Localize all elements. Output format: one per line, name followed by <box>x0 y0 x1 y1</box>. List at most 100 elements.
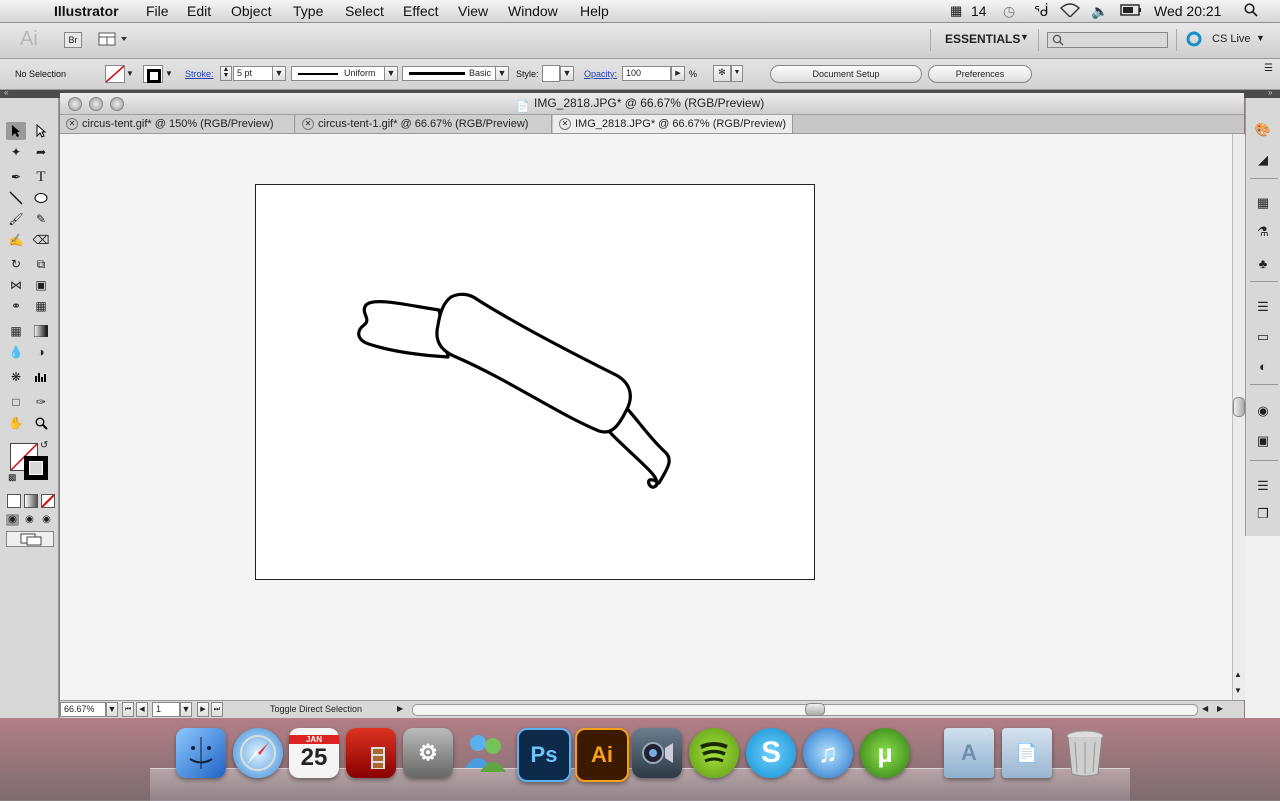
previous-artboard-icon[interactable]: ◀ <box>136 702 148 717</box>
safari-icon[interactable] <box>233 728 283 778</box>
style-dropdown[interactable]: ▼ <box>560 66 574 81</box>
stroke-weight-stepper[interactable]: ▲ ▼ <box>220 66 232 81</box>
chevron-down-icon[interactable]: ▼ <box>1256 33 1265 43</box>
time-machine-icon[interactable]: ◷ <box>1003 3 1015 20</box>
symbol-sprayer-tool-icon[interactable]: ❋ <box>6 368 26 386</box>
layers-panel-icon[interactable]: ☰ <box>1254 478 1272 494</box>
close-tab-icon[interactable]: ✕ <box>302 118 314 130</box>
volume-icon[interactable]: 🔈 <box>1091 3 1108 20</box>
messenger-icon[interactable] <box>460 728 510 778</box>
ellipse-tool-icon[interactable] <box>31 189 51 207</box>
column-graph-tool-icon[interactable] <box>31 368 51 386</box>
lasso-tool-icon[interactable]: ➦ <box>31 143 51 161</box>
menu-edit[interactable]: Edit <box>187 3 211 19</box>
banner-ribbon-drawing[interactable] <box>256 185 816 581</box>
close-tab-icon[interactable]: ✕ <box>559 118 571 130</box>
trash-icon[interactable] <box>1060 728 1110 778</box>
camera-icon[interactable] <box>632 728 682 778</box>
illustrator-icon[interactable]: Ai <box>575 728 629 782</box>
stroke-panel-link[interactable]: Stroke: <box>185 69 214 79</box>
swap-fill-stroke-icon[interactable]: ↺ <box>40 440 48 451</box>
tab-img-2818[interactable]: ✕ IMG_2818.JPG* @ 66.67% (RGB/Preview) <box>553 115 793 133</box>
photobooth-icon[interactable] <box>346 728 396 778</box>
chevron-down-icon[interactable]: ▼ <box>126 69 134 78</box>
swatches-panel-icon[interactable]: ▦ <box>1254 195 1272 211</box>
profile-dropdown[interactable]: ▼ <box>384 66 398 81</box>
pencil-tool-icon[interactable]: ✎ <box>31 210 51 228</box>
arrange-documents-icon[interactable] <box>98 32 128 49</box>
free-transform-tool-icon[interactable]: ▣ <box>31 276 51 294</box>
graphic-styles-panel-icon[interactable]: ▣ <box>1254 433 1272 449</box>
color-guide-panel-icon[interactable]: ◢ <box>1254 152 1272 168</box>
opacity-slider-button[interactable]: ▶ <box>671 66 685 81</box>
none-mode-icon[interactable] <box>41 494 55 508</box>
selection-tool-icon[interactable] <box>6 122 26 140</box>
opacity-panel-link[interactable]: Opacity: <box>584 69 617 79</box>
menu-file[interactable]: File <box>146 3 169 19</box>
draw-inside-icon[interactable]: ◉ <box>40 514 53 526</box>
last-artboard-icon[interactable]: ⏭ <box>211 702 223 717</box>
gradient-panel-icon[interactable]: ▭ <box>1254 329 1272 345</box>
cs-live-menu[interactable]: CS Live <box>1212 33 1251 45</box>
close-tab-icon[interactable]: ✕ <box>66 118 78 130</box>
opacity-field[interactable]: 100 <box>622 66 671 81</box>
magic-wand-tool-icon[interactable]: ✦ <box>6 143 26 161</box>
panel-menu-icon[interactable]: ☰ <box>1264 63 1273 74</box>
clock[interactable]: Wed 20:21 <box>1154 3 1221 19</box>
itunes-icon[interactable]: ♫ <box>803 728 853 778</box>
cs-live-icon[interactable] <box>1186 31 1202 50</box>
menu-window[interactable]: Window <box>508 3 558 19</box>
zoom-tool-icon[interactable] <box>31 414 51 432</box>
fill-swatch[interactable] <box>105 65 125 83</box>
width-tool-icon[interactable]: ⋈ <box>6 276 26 294</box>
adobe-icon[interactable]: ▦ <box>950 3 962 19</box>
type-tool-icon[interactable]: T <box>31 168 51 186</box>
appearance-panel-icon[interactable]: ◉ <box>1254 403 1272 419</box>
system-preferences-icon[interactable]: ⚙ <box>403 728 453 778</box>
brush-definition[interactable]: Basic <box>402 66 496 81</box>
next-artboard-icon[interactable]: ▶ <box>197 702 209 717</box>
gradient-tool-icon[interactable] <box>31 322 51 340</box>
spotify-icon[interactable] <box>689 728 739 778</box>
line-segment-tool-icon[interactable] <box>6 189 26 207</box>
hand-tool-icon[interactable]: ✋ <box>6 414 26 432</box>
artboards-panel-icon[interactable]: ❐ <box>1254 506 1272 522</box>
photoshop-icon[interactable]: Ps <box>517 728 571 782</box>
chevron-down-icon[interactable]: ▼ <box>1020 32 1029 42</box>
pen-tool-icon[interactable]: ✒ <box>6 168 26 186</box>
stroke-weight-field[interactable]: 5 pt <box>233 66 273 81</box>
transparency-panel-icon[interactable]: ◐ <box>1254 358 1272 374</box>
screen-mode-button[interactable] <box>6 531 54 547</box>
workspace-switcher[interactable]: ESSENTIALS <box>945 32 1020 46</box>
zoom-dropdown[interactable]: ▼ <box>106 702 118 717</box>
preferences-button[interactable]: Preferences <box>928 65 1032 83</box>
eyedropper-tool-icon[interactable]: 💧 <box>6 343 26 361</box>
gradient-mode-icon[interactable] <box>24 494 38 508</box>
artboard-dropdown[interactable]: ▼ <box>180 702 192 717</box>
zoom-level-field[interactable]: 66.67% <box>60 702 106 717</box>
stroke-color-box[interactable] <box>24 456 48 480</box>
documents-folder-icon[interactable]: 📄 <box>1002 728 1052 778</box>
app-menu[interactable]: Illustrator <box>54 3 119 19</box>
draw-normal-icon[interactable]: ◉ <box>6 514 19 526</box>
chevron-down-icon[interactable]: ▼ <box>731 65 743 82</box>
tab-circus-tent[interactable]: ✕ circus-tent.gif* @ 150% (RGB/Preview) <box>60 115 295 133</box>
menu-object[interactable]: Object <box>231 3 271 19</box>
document-setup-button[interactable]: Document Setup <box>770 65 922 83</box>
calendar-icon[interactable]: JAN 25 <box>289 728 339 778</box>
symbols-panel-icon[interactable]: ♣ <box>1254 255 1272 271</box>
artboard-number-field[interactable]: 1 <box>152 702 180 717</box>
menu-help[interactable]: Help <box>580 3 609 19</box>
battery-icon[interactable] <box>1120 3 1142 19</box>
search-input[interactable] <box>1047 32 1168 48</box>
vertical-scrollbar[interactable]: ▲ ▼ <box>1232 134 1245 700</box>
color-mode-icon[interactable] <box>7 494 21 508</box>
collapse-panels-icon[interactable]: » <box>1268 88 1272 97</box>
blend-tool-icon[interactable]: ◑ <box>31 343 51 361</box>
scroll-right-arrow-icon[interactable]: ▶ <box>1217 704 1223 713</box>
minimize-window-button[interactable] <box>89 97 103 111</box>
collapse-panels-icon[interactable]: « <box>4 88 8 97</box>
chevron-down-icon[interactable]: ▼ <box>165 69 173 78</box>
recolor-artwork-icon[interactable]: ✻ <box>713 65 731 82</box>
artboard-tool-icon[interactable]: □ <box>6 393 26 411</box>
